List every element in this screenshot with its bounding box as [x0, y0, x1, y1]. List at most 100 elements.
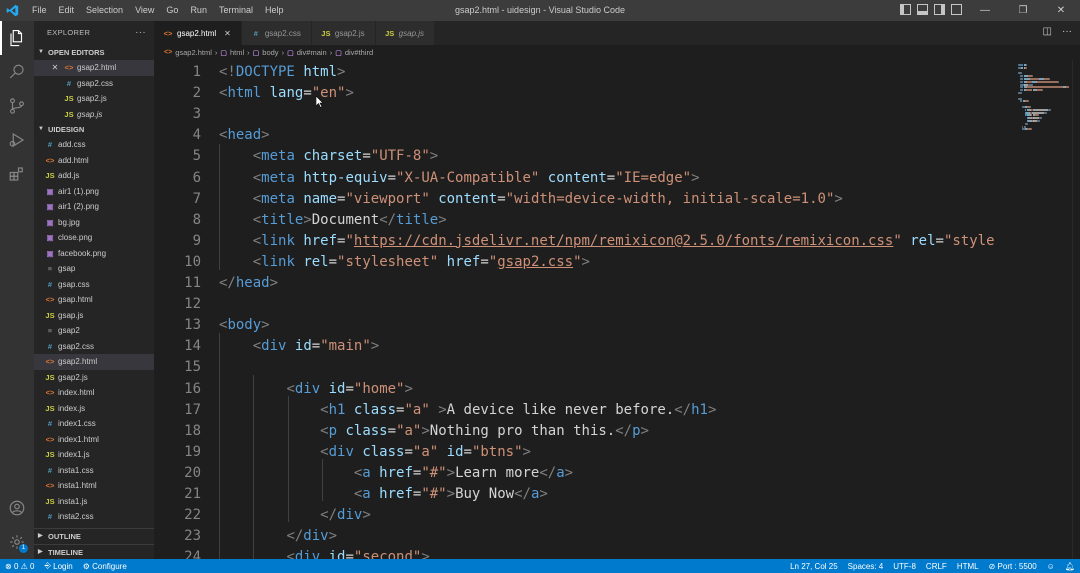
login-item[interactable]: ⎆ Login [39, 561, 77, 571]
file-item[interactable]: ▣ facebook.png [34, 246, 154, 262]
line-number: 5 [192, 148, 201, 165]
notifications-icon[interactable]: 🔔︎ [1060, 562, 1080, 571]
file-item[interactable]: JS gsap.js [34, 308, 154, 324]
folder-section[interactable]: ▼ UIDESIGN [34, 122, 154, 137]
open-editors-section[interactable]: ▼ OPEN EDITORS [34, 45, 154, 60]
file-item[interactable]: # insta2.css [34, 509, 154, 525]
breadcrumb-item[interactable]: ▢ html [220, 48, 244, 57]
code-token: = [497, 190, 506, 207]
vertical-scrollbar[interactable] [1072, 60, 1080, 559]
menu-view[interactable]: View [129, 0, 160, 21]
code-line: 1 <!DOCTYPE html> [154, 62, 1014, 83]
open-editor-item[interactable]: JS gsap.js [34, 107, 154, 123]
file-item[interactable]: ▣ bg.jpg [34, 215, 154, 231]
file-item[interactable]: # insta1.css [34, 463, 154, 479]
explorer-icon[interactable] [0, 21, 34, 55]
open-editor-item[interactable]: JS gsap2.js [34, 91, 154, 107]
code-token: a [362, 486, 371, 502]
chevron-down-icon: ▼ [38, 126, 44, 132]
file-item[interactable]: ▣ air1 (2).png [34, 199, 154, 215]
menu-edit[interactable]: Edit [53, 0, 81, 21]
file-item[interactable]: JS index.js [34, 401, 154, 417]
code-token: h1 [328, 401, 346, 418]
menu-terminal[interactable]: Terminal [213, 0, 259, 21]
split-editor-icon[interactable]: ◫ [1043, 26, 1052, 37]
minimap[interactable] [1014, 60, 1072, 559]
more-actions-icon[interactable]: ··· [1062, 26, 1072, 37]
open-editor-item[interactable]: ✕ <> gsap2.html [34, 60, 154, 76]
file-item[interactable]: ▣ air1 (1).png [34, 184, 154, 200]
tab-gsap2-js[interactable]: JS gsap2.js [311, 21, 376, 45]
breadcrumb-item[interactable]: ▢ div#main [287, 48, 327, 57]
file-item[interactable]: JS add.js [34, 168, 154, 184]
language-mode[interactable]: HTML [952, 562, 984, 571]
file-item[interactable]: ▣ close.png [34, 230, 154, 246]
file-item[interactable]: <> index.html [34, 385, 154, 401]
line-ending[interactable]: CRLF [921, 562, 952, 571]
restore-icon[interactable]: ❐ [1004, 0, 1042, 21]
menu-run[interactable]: Run [184, 0, 213, 21]
file-item[interactable]: <> gsap.html [34, 292, 154, 308]
code-text: <div id="second"> [219, 547, 429, 559]
file-item[interactable]: <> insta1.html [34, 478, 154, 494]
outline-section[interactable]: ▶ OUTLINE [34, 529, 154, 544]
cursor-position[interactable]: Ln 27, Col 25 [785, 562, 843, 571]
code-token: A device like never before. [446, 401, 675, 418]
configure-item[interactable]: ⚙ Configure [78, 562, 132, 571]
outline-label: OUTLINE [48, 532, 81, 541]
open-editor-item[interactable]: # gsap2.css [34, 76, 154, 92]
account-icon[interactable] [0, 491, 34, 525]
live-server-port[interactable]: ⊘ Port : 5500 [984, 562, 1042, 571]
code-editor[interactable]: 1 <!DOCTYPE html> 2 <html lang="en"> 3 4 <head… [154, 60, 1014, 559]
breadcrumb-item[interactable]: ▢ body [253, 48, 279, 57]
tab-gsap-js[interactable]: JS gsap.js [375, 21, 436, 45]
menu-selection[interactable]: Selection [80, 0, 129, 21]
menu-go[interactable]: Go [160, 0, 184, 21]
settings-gear-icon[interactable]: 1 [0, 525, 34, 559]
source-control-icon[interactable] [0, 89, 34, 123]
minimize-icon[interactable]: — [966, 0, 1004, 21]
menu-help[interactable]: Help [259, 0, 290, 21]
file-item[interactable]: <> index1.html [34, 432, 154, 448]
menu-bar: File Edit Selection View Go Run Terminal Help [26, 0, 289, 21]
tab-gsap2-css[interactable]: # gsap2.css [241, 21, 312, 45]
close-icon[interactable]: ✕ [49, 60, 61, 76]
code-token: > [438, 211, 447, 228]
problems-indicator[interactable]: ⊗ 0 ⚠ 0 [0, 562, 39, 571]
file-item[interactable]: ≡ gsap [34, 261, 154, 277]
file-item[interactable]: # gsap.css [34, 277, 154, 293]
breadcrumb-item[interactable]: <> gsap2.html [164, 48, 212, 57]
file-item[interactable]: <> gsap2.html [34, 354, 154, 370]
file-item[interactable]: JS gsap2.js [34, 370, 154, 386]
tab-gsap2-html[interactable]: <> gsap2.html ✕ [154, 21, 242, 45]
code-line: 18 <p class="a">Nothing pro than this.</… [154, 421, 1014, 442]
symbol-icon: ▢ [335, 49, 342, 57]
encoding[interactable]: UTF-8 [888, 562, 921, 571]
search-icon[interactable] [0, 55, 34, 89]
close-window-icon[interactable]: ✕ [1042, 0, 1080, 21]
extensions-icon[interactable] [0, 157, 34, 191]
toggle-panel-icon[interactable] [917, 4, 928, 15]
indentation[interactable]: Spaces: 4 [843, 562, 889, 571]
file-item[interactable]: ≡ gsap2 [34, 323, 154, 339]
code-token: = [935, 232, 944, 249]
file-item[interactable]: <> add.html [34, 153, 154, 169]
file-item[interactable]: # add.css [34, 137, 154, 153]
code-token: link [261, 232, 295, 249]
toggle-secondary-sidebar-icon[interactable] [934, 4, 945, 15]
close-tab-icon[interactable]: ✕ [224, 29, 231, 38]
timeline-section[interactable]: ▶ TIMELINE [34, 544, 154, 559]
toggle-sidebar-icon[interactable] [900, 4, 911, 15]
file-item[interactable]: JS index1.js [34, 447, 154, 463]
menu-file[interactable]: File [26, 0, 53, 21]
file-item[interactable]: JS insta1.js [34, 494, 154, 510]
customize-layout-icon[interactable] [951, 4, 962, 15]
run-debug-icon[interactable] [0, 123, 34, 157]
file-item[interactable]: # index1.css [34, 416, 154, 432]
file-item[interactable]: # gsap2.css [34, 339, 154, 355]
more-actions-icon[interactable]: ··· [135, 21, 146, 45]
feedback-icon[interactable]: ☺ [1042, 562, 1060, 571]
breadcrumb-item[interactable]: ▢ div#third [335, 48, 373, 57]
